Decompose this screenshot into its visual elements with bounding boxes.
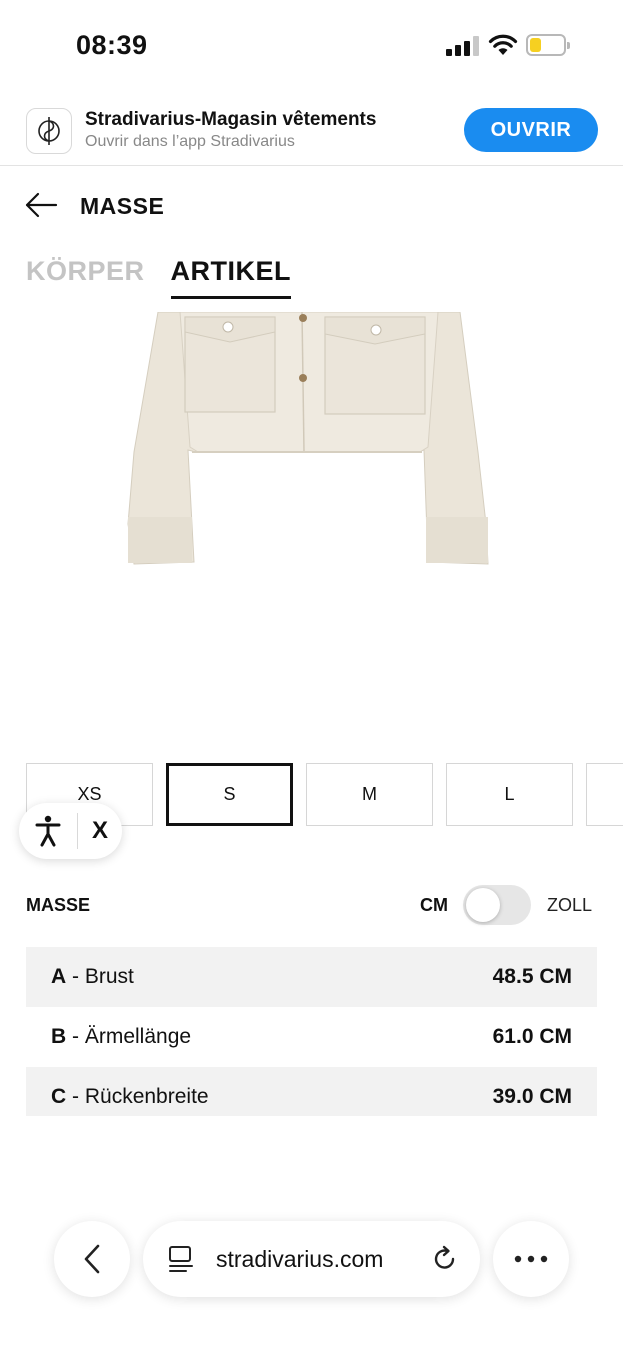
measurement-key: A bbox=[51, 965, 67, 988]
browser-more-button[interactable] bbox=[493, 1221, 569, 1297]
chevron-left-icon bbox=[84, 1244, 100, 1274]
size-option-s[interactable]: S bbox=[166, 763, 293, 826]
url-text: stradivarius.com bbox=[216, 1246, 384, 1272]
size-option-l[interactable]: L bbox=[446, 763, 573, 826]
accessibility-close-button[interactable]: X bbox=[78, 817, 122, 845]
battery-level-fill bbox=[530, 38, 541, 52]
app-name: Stradivarius-Magasin vêtements bbox=[85, 109, 377, 130]
measurement-value: 61.0 CM bbox=[492, 1025, 572, 1048]
size-option-m[interactable]: M bbox=[306, 763, 433, 826]
measurement-name: Rückenbreite bbox=[84, 1085, 209, 1108]
size-option-partial[interactable] bbox=[586, 763, 623, 826]
measurement-value: 39.0 CM bbox=[492, 1085, 572, 1108]
measurements-label: MASSE bbox=[26, 895, 91, 915]
app-banner: Stradivarius-Magasin vêtements Ouvrir da… bbox=[0, 92, 623, 166]
measurement-key: C bbox=[51, 1085, 67, 1108]
tab-bar: KÖRPER ARTIKEL bbox=[26, 256, 292, 299]
reader-mode-icon[interactable] bbox=[168, 1245, 194, 1273]
app-banner-subtitle: Ouvrir dans l’app Stradivarius bbox=[85, 133, 295, 150]
cellular-signal-icon bbox=[446, 36, 479, 56]
back-arrow-icon[interactable] bbox=[24, 190, 58, 220]
battery-icon bbox=[526, 34, 570, 56]
status-time: 08:39 bbox=[76, 30, 148, 60]
measurement-name: Ärmellänge bbox=[84, 1025, 192, 1048]
measurement-name: Brust bbox=[84, 965, 134, 988]
browser-back-button[interactable] bbox=[54, 1221, 130, 1297]
page-title: MASSE bbox=[80, 193, 165, 219]
tab-artikel[interactable]: ARTIKEL bbox=[170, 256, 292, 299]
accessibility-widget: X bbox=[19, 803, 122, 859]
status-bar: 08:39 bbox=[0, 0, 623, 92]
unit-cm-label: CM bbox=[420, 895, 448, 915]
unit-toggle[interactable] bbox=[463, 885, 531, 925]
reload-icon[interactable] bbox=[431, 1245, 459, 1273]
more-dots-icon bbox=[514, 1255, 548, 1263]
unit-toggle-knob bbox=[466, 888, 500, 922]
measurement-key: B bbox=[51, 1025, 67, 1048]
table-row: A - Brust 48.5 CM bbox=[26, 947, 597, 1007]
table-row: B - Ärmellänge 61.0 CM bbox=[51, 1025, 572, 1048]
product-image bbox=[127, 312, 489, 565]
address-bar[interactable]: stradivarius.com bbox=[143, 1221, 480, 1297]
unit-zoll-label: ZOLL bbox=[547, 895, 593, 915]
table-row: C - Rückenbreite 39.0 CM bbox=[26, 1067, 597, 1116]
accessibility-person-icon[interactable] bbox=[19, 815, 77, 847]
measurement-value: 48.5 CM bbox=[492, 965, 572, 988]
tab-koerper[interactable]: KÖRPER bbox=[26, 256, 145, 299]
measurements-table: A - Brust 48.5 CM B - Ärmellänge 61.0 CM… bbox=[26, 947, 597, 1116]
open-app-button[interactable]: OUVRIR bbox=[464, 108, 598, 152]
app-logo-icon bbox=[26, 108, 72, 154]
wifi-icon bbox=[488, 34, 518, 55]
